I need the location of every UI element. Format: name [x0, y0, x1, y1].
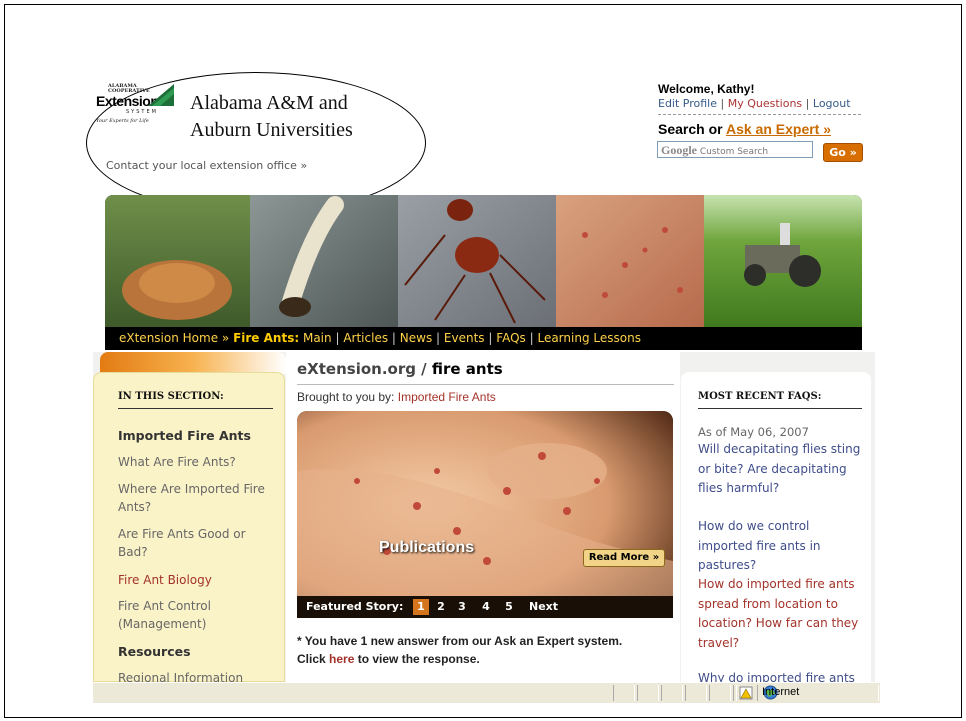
story-page-2[interactable]: 2: [433, 599, 449, 615]
faq-link[interactable]: How do we control imported fire ants in …: [698, 517, 864, 576]
nav-extension-home[interactable]: eXtension Home »: [119, 331, 229, 345]
nav-item-learning-lessons[interactable]: Learning Lessons: [537, 331, 640, 345]
annotation-oval: [86, 72, 426, 214]
imported-fire-ants-link[interactable]: Imported Fire Ants: [398, 390, 496, 404]
status-segment: [661, 685, 683, 701]
nav-separator: |: [436, 331, 441, 345]
page-title: eXtension.org / fire ants: [297, 360, 503, 378]
featured-story-image[interactable]: [297, 411, 673, 618]
welcome-text: Welcome, Kathy!: [658, 82, 755, 96]
separator: |: [720, 97, 725, 110]
section-nav: eXtension Home » Fire Ants: Main | Artic…: [105, 327, 862, 350]
status-segment: [685, 685, 707, 701]
nav-item-articles[interactable]: Articles: [343, 331, 388, 345]
nav-separator: |: [391, 331, 396, 345]
nav-section-label: Fire Ants:: [233, 331, 300, 345]
nav-item-news[interactable]: News: [400, 331, 432, 345]
my-questions-link[interactable]: My Questions: [728, 97, 802, 110]
sidebar-item-fire-ant-control[interactable]: Fire Ant Control (Management): [118, 597, 278, 633]
faqs-as-of-date: As of May 06, 2007: [698, 425, 809, 439]
nav-separator: |: [488, 331, 493, 345]
ask-an-expert-link[interactable]: Ask an Expert »: [726, 121, 831, 137]
faq-link[interactable]: How do imported fire ants spread from lo…: [698, 575, 864, 653]
story-page-3[interactable]: 3: [454, 599, 470, 615]
sidebar-item-what-are-fire-ants[interactable]: What Are Fire Ants?: [118, 453, 278, 471]
nav-item-events[interactable]: Events: [444, 331, 485, 345]
zone-label: Internet: [762, 686, 800, 698]
sidebar-item-resources[interactable]: Resources: [118, 643, 278, 661]
search-label-text: Search or: [658, 121, 726, 137]
page-title-site: eXtension.org /: [297, 360, 432, 378]
nav-separator: |: [335, 331, 340, 345]
in-this-section-heading: IN THIS SECTION:: [118, 391, 273, 409]
brought-label: Brought to you by:: [297, 390, 398, 404]
nav-item-main[interactable]: Main: [303, 331, 332, 345]
banner: eXtension Home » Fire Ants: Main | Artic…: [105, 195, 862, 350]
nav-separator: |: [529, 331, 534, 345]
search-go-button[interactable]: Go »: [823, 143, 863, 162]
notice-rest-text: to view the response.: [354, 652, 480, 666]
story-page-5[interactable]: 5: [501, 599, 517, 615]
title-divider: [297, 384, 674, 385]
featured-story-bar: Featured Story: 1 2 3 4 5 Next: [297, 596, 673, 618]
sidebar-item-where-are-fire-ants[interactable]: Where Are Imported Fire Ants?: [118, 480, 278, 516]
story-next-link[interactable]: Next: [529, 596, 558, 618]
search-label: Search or Ask an Expert »: [658, 121, 831, 137]
edit-profile-link[interactable]: Edit Profile: [658, 97, 717, 110]
faq-link[interactable]: Why do imported fire ants: [698, 669, 864, 682]
banner-photo-collage: [105, 195, 862, 327]
featured-story-label: Featured Story:: [306, 600, 404, 613]
security-warning-icon: [739, 686, 753, 700]
faq-link[interactable]: Will decapitating flies sting or bite? A…: [698, 440, 864, 499]
sidebar-item-fire-ant-biology[interactable]: Fire Ant Biology: [118, 571, 278, 589]
fire-ant-stings-hand-photo: [297, 411, 673, 618]
search-input[interactable]: Google Custom Search: [657, 141, 813, 158]
status-segment: [613, 685, 635, 701]
nav-item-faqs[interactable]: FAQs: [496, 331, 526, 345]
status-segment: [637, 685, 659, 701]
logout-link[interactable]: Logout: [813, 97, 851, 110]
notice-here-link[interactable]: here: [329, 652, 354, 666]
google-brand: Google: [661, 143, 697, 157]
notice-line-2: Click here to view the response.: [297, 650, 677, 668]
story-page-1[interactable]: 1: [413, 599, 429, 615]
page-title-section: fire ants: [431, 360, 503, 378]
sidebar-item-imported-fire-ants[interactable]: Imported Fire Ants: [118, 427, 278, 445]
user-links: Edit Profile | My Questions | Logout: [658, 97, 861, 115]
notice-line-1: * You have 1 new answer from our Ask an …: [297, 634, 623, 648]
brought-to-you-by: Brought to you by: Imported Fire Ants: [297, 390, 496, 404]
search-placeholder: Custom Search: [699, 147, 769, 157]
sidebar-item-good-or-bad[interactable]: Are Fire Ants Good or Bad?: [118, 525, 278, 561]
status-segment: [733, 685, 737, 701]
status-segment: [709, 685, 731, 701]
read-more-button[interactable]: Read More »: [583, 549, 665, 567]
notice-click-text: Click: [297, 652, 330, 666]
separator: |: [805, 97, 810, 110]
feature-caption: Publications: [379, 539, 475, 556]
story-page-4[interactable]: 4: [478, 599, 494, 615]
most-recent-faqs-heading: MOST RECENT FAQS:: [698, 391, 862, 409]
ask-expert-notice: * You have 1 new answer from our Ask an …: [297, 632, 677, 668]
left-column-accent: [100, 352, 286, 374]
